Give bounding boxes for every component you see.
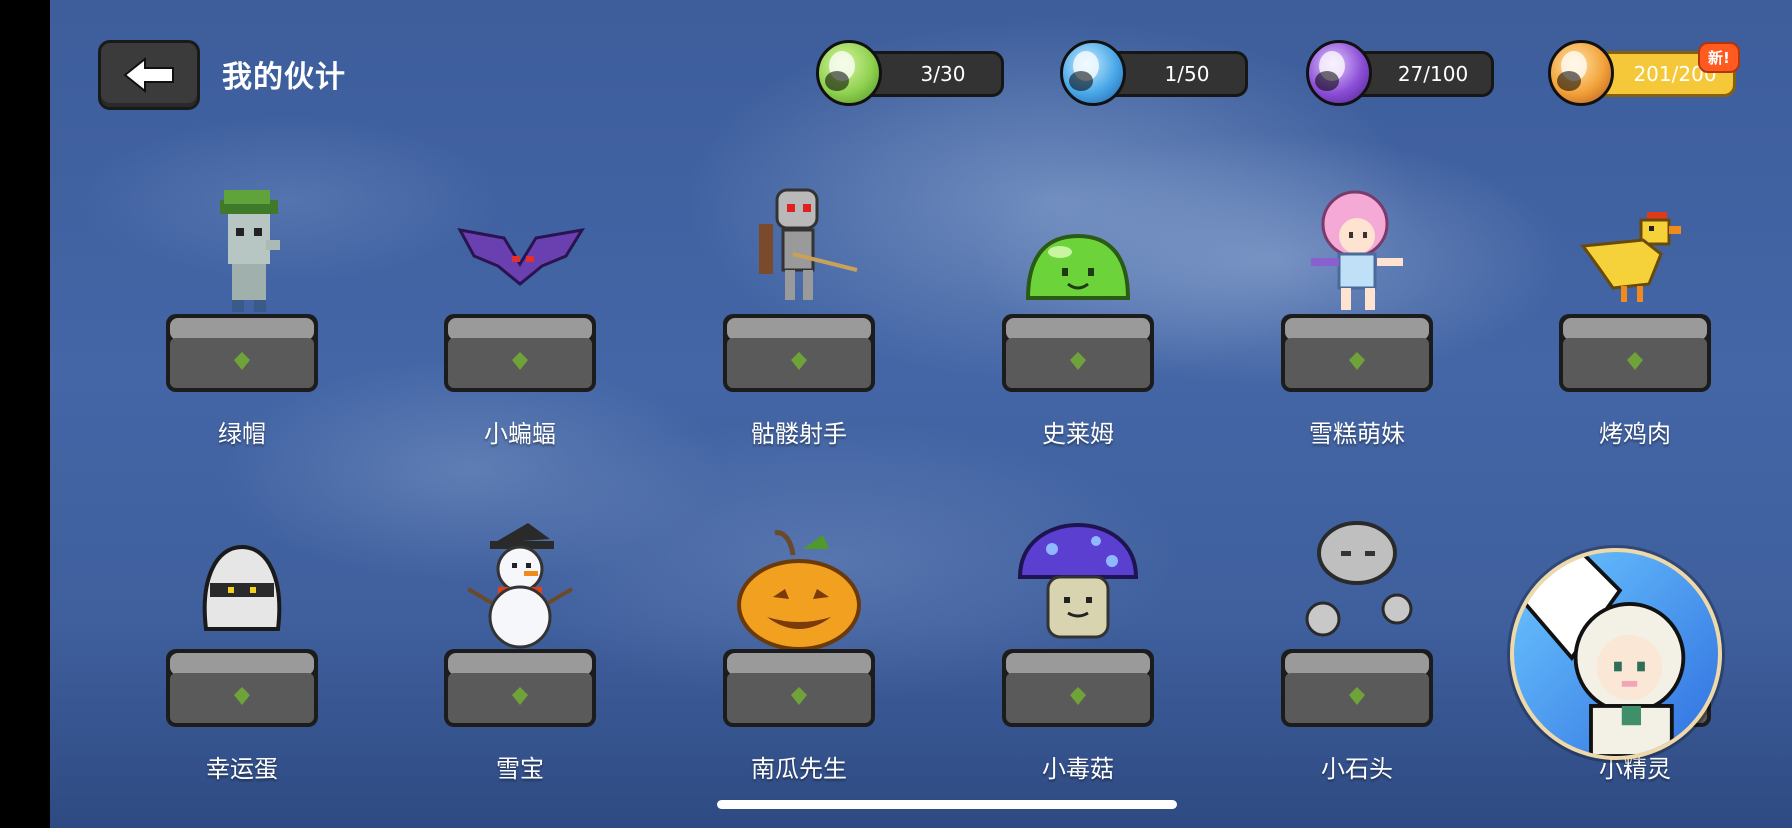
companion-name: 小毒菇 — [1042, 755, 1114, 783]
companion-name: 骷髅射手 — [751, 420, 847, 448]
blue-orb-icon — [1060, 40, 1126, 106]
pedestal — [166, 314, 318, 392]
rock-golem-icon — [1305, 521, 1413, 637]
companion-name: 幸运蛋 — [206, 755, 278, 783]
arrow-left-icon — [123, 56, 174, 94]
pedestal — [723, 649, 875, 727]
companion-name: 南瓜先生 — [751, 755, 847, 783]
page-title: 我的伙计 — [222, 60, 346, 95]
gold-orb-icon — [1548, 40, 1614, 106]
zombie-green-hat-icon — [220, 190, 280, 312]
skeleton-archer-icon — [759, 188, 858, 300]
pedestal — [723, 314, 875, 392]
lucky-egg-icon — [202, 544, 282, 631]
screen: 我的伙计 3/30 1/50 27/100 201/200 新! 绿帽 小蝙蝠 … — [0, 0, 1792, 828]
poison-mushroom-icon — [1017, 522, 1139, 639]
pedestal — [1002, 649, 1154, 727]
companion-slot[interactable]: 烤鸡肉 — [1513, 160, 1733, 450]
companion-slot[interactable]: 小蝙蝠 — [398, 160, 618, 450]
elf-portrait-icon — [1514, 552, 1686, 756]
companion-slot[interactable]: 小毒菇 — [956, 495, 1176, 785]
back-button[interactable] — [98, 40, 200, 110]
slime-icon — [1025, 233, 1131, 300]
pedestal — [1281, 314, 1433, 392]
companion-name: 雪宝 — [496, 755, 544, 783]
companion-slot[interactable]: 雪糕萌妹 — [1235, 160, 1455, 450]
companion-slot[interactable]: 小石头 — [1235, 495, 1455, 785]
currency-blue[interactable]: 1/50 — [1060, 40, 1250, 110]
currency-purple[interactable]: 27/100 — [1306, 40, 1496, 110]
bat-icon — [457, 227, 586, 286]
snowman-icon — [466, 523, 574, 649]
ice-cream-girl-icon — [1311, 190, 1403, 310]
companion-name: 烤鸡肉 — [1599, 420, 1671, 448]
companion-name: 史莱姆 — [1042, 420, 1114, 448]
companion-name: 小石头 — [1321, 755, 1393, 783]
companion-name: 小蝙蝠 — [484, 420, 556, 448]
pedestal — [444, 649, 596, 727]
home-indicator[interactable] — [717, 800, 1177, 809]
pumpkin-icon — [737, 530, 861, 651]
purple-orb-icon — [1306, 40, 1372, 106]
companion-slot[interactable]: 史莱姆 — [956, 160, 1176, 450]
companion-slot[interactable]: 雪宝 — [398, 495, 618, 785]
pedestal — [1002, 314, 1154, 392]
pedestal — [444, 314, 596, 392]
player-avatar-button[interactable] — [1510, 548, 1722, 760]
companion-name: 雪糕萌妹 — [1309, 420, 1405, 448]
companion-slot[interactable]: 幸运蛋 — [120, 495, 340, 785]
new-badge: 新! — [1698, 42, 1740, 73]
currency-green[interactable]: 3/30 — [816, 40, 1006, 110]
companion-slot[interactable]: 绿帽 — [120, 160, 340, 450]
companion-name: 绿帽 — [218, 420, 266, 448]
companion-slot[interactable]: 骷髅射手 — [677, 160, 897, 450]
game-area: 我的伙计 3/30 1/50 27/100 201/200 新! 绿帽 小蝙蝠 … — [50, 0, 1792, 828]
pedestal — [1281, 649, 1433, 727]
pedestal — [166, 649, 318, 727]
chicken-icon — [1580, 212, 1681, 302]
pedestal — [1559, 314, 1711, 392]
companion-slot[interactable]: 南瓜先生 — [677, 495, 897, 785]
green-orb-icon — [816, 40, 882, 106]
